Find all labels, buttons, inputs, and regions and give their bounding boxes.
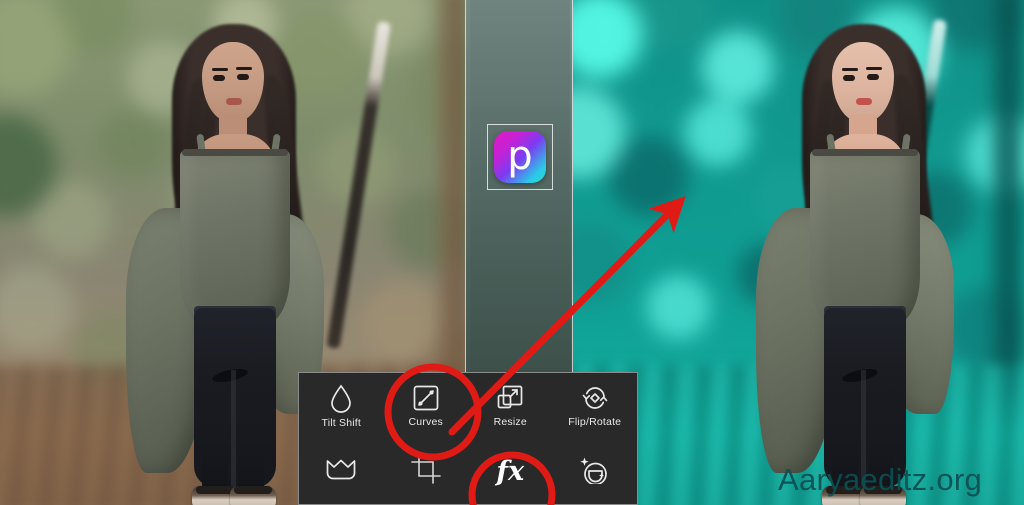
picsart-logo-icon[interactable]: p xyxy=(494,131,546,183)
subject-face xyxy=(202,42,264,122)
subject-top-trim xyxy=(812,149,918,156)
crop-icon xyxy=(410,454,441,485)
beautify-face-icon xyxy=(578,454,612,485)
app-logo-letter: p xyxy=(507,132,533,179)
app-logo-frame: p xyxy=(487,124,553,190)
resize-icon xyxy=(496,384,524,412)
after-photo xyxy=(570,0,1024,505)
tool-fx[interactable]: fx xyxy=(468,439,553,505)
tool-curves[interactable]: Curves xyxy=(384,373,469,439)
tool-perspective[interactable] xyxy=(299,439,384,505)
watermark: Aaryaeditz.org xyxy=(778,462,983,497)
editor-toolbar: Tilt Shift Curves Resize Flip/Rotate fx xyxy=(298,372,638,505)
subject-leg-gap xyxy=(231,370,236,490)
tool-label: Resize xyxy=(493,415,527,428)
perspective-icon xyxy=(324,456,358,482)
tool-crop[interactable] xyxy=(384,439,469,505)
flip-rotate-icon xyxy=(580,384,610,412)
after-subject xyxy=(750,18,980,505)
tool-label: Flip/Rotate xyxy=(568,415,622,428)
subject-top-trim xyxy=(182,149,288,156)
subject-face xyxy=(832,42,894,122)
toolbar-row-1: Tilt Shift Curves Resize Flip/Rotate xyxy=(299,373,637,439)
tool-resize[interactable]: Resize xyxy=(468,373,553,439)
tool-tilt-shift[interactable]: Tilt Shift xyxy=(299,373,384,439)
tutorial-screenshot: p Tilt Shift Curves Resize Flip/Rotate f… xyxy=(0,0,1024,505)
tool-label: Tilt Shift xyxy=(321,416,362,429)
droplet-icon xyxy=(328,383,354,413)
subject-top xyxy=(810,150,920,325)
fx-icon: fx xyxy=(496,455,525,487)
subject-sandal-right xyxy=(230,486,276,505)
curves-icon xyxy=(412,384,440,412)
subject-top xyxy=(180,150,290,325)
tool-label: Curves xyxy=(408,415,443,428)
toolbar-row-2: fx xyxy=(299,439,637,505)
tool-beautify[interactable] xyxy=(553,439,638,505)
tool-flip-rotate[interactable]: Flip/Rotate xyxy=(553,373,638,439)
